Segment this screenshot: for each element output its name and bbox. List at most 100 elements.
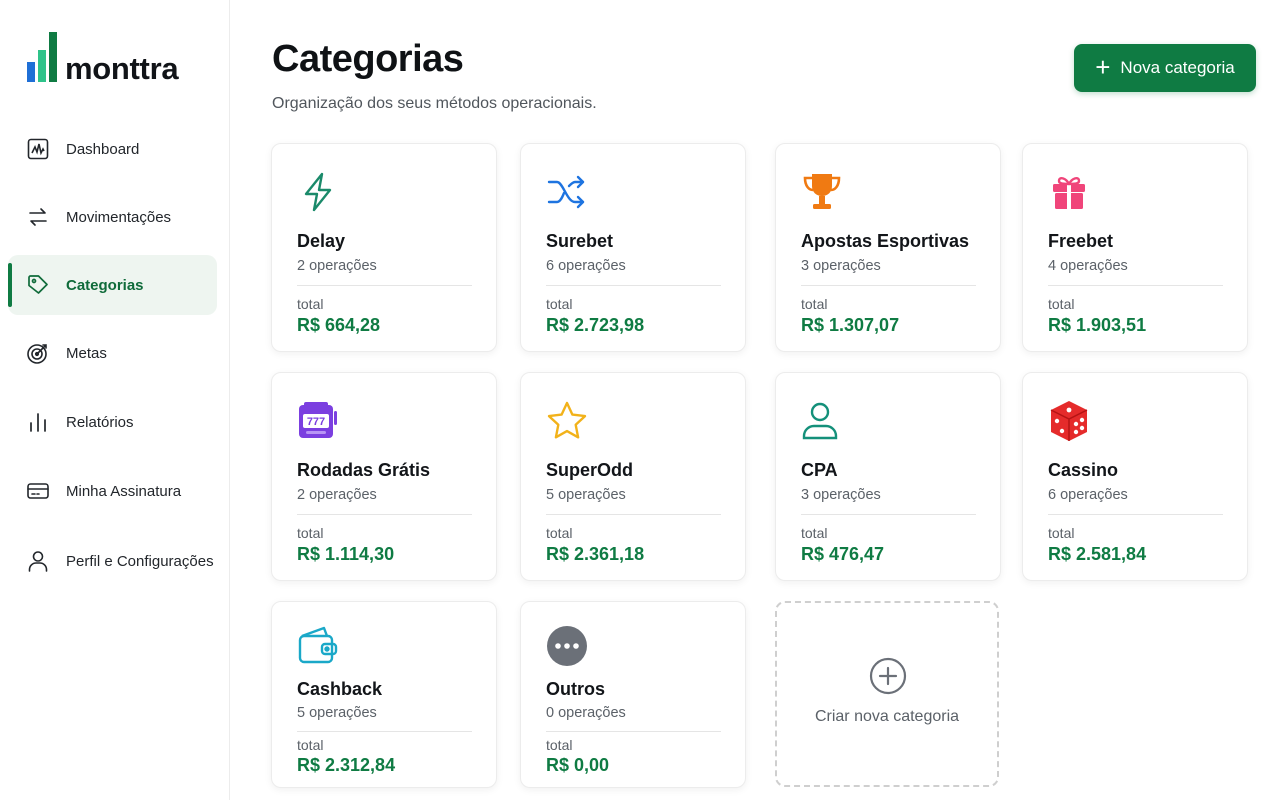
dashboard-icon [27, 138, 49, 160]
category-total-value: R$ 2.312,84 [297, 755, 396, 775]
category-name: Surebet [546, 231, 614, 251]
nav-item-perfil[interactable]: Perfil e Configurações [8, 531, 217, 591]
category-total-value: R$ 1.307,07 [801, 315, 900, 335]
category-total-label: total [1048, 296, 1075, 312]
category-total-value: R$ 476,47 [801, 544, 885, 564]
divider [546, 514, 721, 515]
category-card-superodd[interactable]: SuperOdd 5 operações total R$ 2.361,18 [520, 372, 746, 581]
credit-card-icon [27, 483, 49, 499]
star-icon [547, 401, 587, 439]
brand-name: monttra [65, 51, 179, 86]
category-total-label: total [546, 737, 573, 753]
category-operations: 4 operações [1048, 258, 1128, 274]
category-card-rodadas-gratis[interactable]: 777 Rodadas Grátis 2 operações total R$ … [271, 372, 497, 581]
new-category-label: Nova categoria [1120, 58, 1235, 77]
category-card-outros[interactable]: Outros 0 operações total R$ 0,00 [520, 601, 746, 788]
gift-icon [1053, 176, 1085, 209]
category-total-label: total [297, 296, 324, 312]
nav-item-dashboard[interactable]: Dashboard [8, 119, 217, 179]
category-operations: 2 operações [297, 487, 377, 503]
category-total-value: R$ 2.361,18 [546, 544, 645, 564]
divider [297, 731, 472, 732]
wallet-icon [298, 626, 338, 664]
tag-icon [28, 275, 48, 294]
category-card-delay[interactable]: Delay 2 operações total R$ 664,28 [271, 143, 497, 352]
nav-item-relatorios[interactable]: Relatórios [8, 392, 217, 452]
category-operations: 2 operações [297, 258, 377, 274]
category-total-label: total [801, 525, 828, 541]
category-card-apostas-esportivas[interactable]: Apostas Esportivas 3 operações total R$ … [775, 143, 1001, 352]
category-total-value: R$ 664,28 [297, 315, 381, 335]
nav-label-relatorios: Relatórios [66, 413, 134, 431]
category-operations: 6 operações [1048, 487, 1128, 503]
divider [1048, 285, 1223, 286]
category-operations: 5 operações [546, 487, 626, 503]
category-card-cassino[interactable]: Cassino 6 operações total R$ 2.581,84 [1022, 372, 1248, 581]
nav-label-movimentacoes: Movimentações [66, 208, 172, 226]
nav-label-dashboard: Dashboard [66, 140, 140, 158]
category-name: Delay [297, 231, 346, 251]
category-total-value: R$ 2.723,98 [546, 315, 645, 335]
category-card-surebet[interactable]: Surebet 6 operações total R$ 2.723,98 [520, 143, 746, 352]
divider [297, 514, 472, 515]
lightning-icon [304, 172, 332, 212]
category-operations: 0 operações [546, 705, 626, 721]
category-operations: 6 operações [546, 258, 626, 274]
category-card-cpa[interactable]: CPA 3 operações total R$ 476,47 [775, 372, 1001, 581]
plus-circle-icon [869, 657, 907, 695]
category-name: Cassino [1048, 460, 1119, 480]
page-subtitle: Organização dos seus métodos operacionai… [272, 95, 597, 112]
category-total-label: total [297, 737, 324, 753]
bar-chart-icon [30, 413, 46, 432]
nav-item-minha-assinatura[interactable]: Minha Assinatura [8, 461, 217, 521]
slot-machine-icon: 777 [299, 402, 337, 438]
divider [546, 285, 721, 286]
category-total-label: total [546, 525, 573, 541]
divider [297, 285, 472, 286]
category-total-value: R$ 1.903,51 [1048, 315, 1147, 335]
category-name: CPA [801, 460, 838, 480]
category-total-label: total [801, 296, 828, 312]
category-name: Cashback [297, 679, 383, 699]
category-operations: 3 operações [801, 258, 881, 274]
nav-label-perfil: Perfil e Configurações [66, 552, 214, 570]
target-icon [27, 344, 47, 364]
category-total-label: total [297, 525, 324, 541]
category-card-cashback[interactable]: Cashback 5 operações total R$ 2.312,84 [271, 601, 497, 788]
category-total-label: total [1048, 525, 1075, 541]
sidebar: monttra Dashboard Movimentações Categori… [0, 0, 230, 800]
category-total-value: R$ 2.581,84 [1048, 544, 1147, 564]
main-content: Categorias Organização dos seus métodos … [231, 0, 1280, 800]
category-total-value: R$ 0,00 [546, 755, 610, 775]
trophy-icon [803, 174, 841, 209]
shuffle-icon [547, 175, 585, 209]
logo-bars-icon [27, 30, 57, 82]
user-icon [28, 551, 48, 572]
divider [801, 285, 976, 286]
slot-text: 777 [307, 416, 325, 428]
divider [801, 514, 976, 515]
page-title: Categorias [272, 38, 464, 80]
category-name: SuperOdd [546, 460, 634, 480]
divider [546, 731, 721, 732]
category-name: Apostas Esportivas [801, 231, 970, 251]
brand-logo[interactable]: monttra [27, 30, 179, 86]
nav-item-categorias[interactable]: Categorias [8, 255, 217, 315]
new-category-button[interactable]: + Nova categoria [1074, 44, 1256, 92]
category-name: Rodadas Grátis [297, 460, 431, 480]
category-operations: 3 operações [801, 487, 881, 503]
nav-label-minha-assinatura: Minha Assinatura [66, 482, 182, 500]
plus-icon: + [1095, 52, 1111, 82]
transfer-arrows-icon [29, 208, 47, 226]
category-operations: 5 operações [297, 705, 377, 721]
create-category-label: Criar nova categoria [814, 708, 960, 725]
dice-icon [1050, 401, 1088, 441]
category-total-value: R$ 1.114,30 [297, 544, 395, 564]
category-name: Freebet [1048, 231, 1114, 251]
create-category-card[interactable]: Criar nova categoria [775, 601, 999, 787]
more-dots-icon [547, 626, 587, 666]
nav-item-movimentacoes[interactable]: Movimentações [8, 187, 217, 247]
divider [1048, 514, 1223, 515]
nav-item-metas[interactable]: Metas [8, 323, 217, 383]
category-card-freebet[interactable]: Freebet 4 operações total R$ 1.903,51 [1022, 143, 1248, 352]
